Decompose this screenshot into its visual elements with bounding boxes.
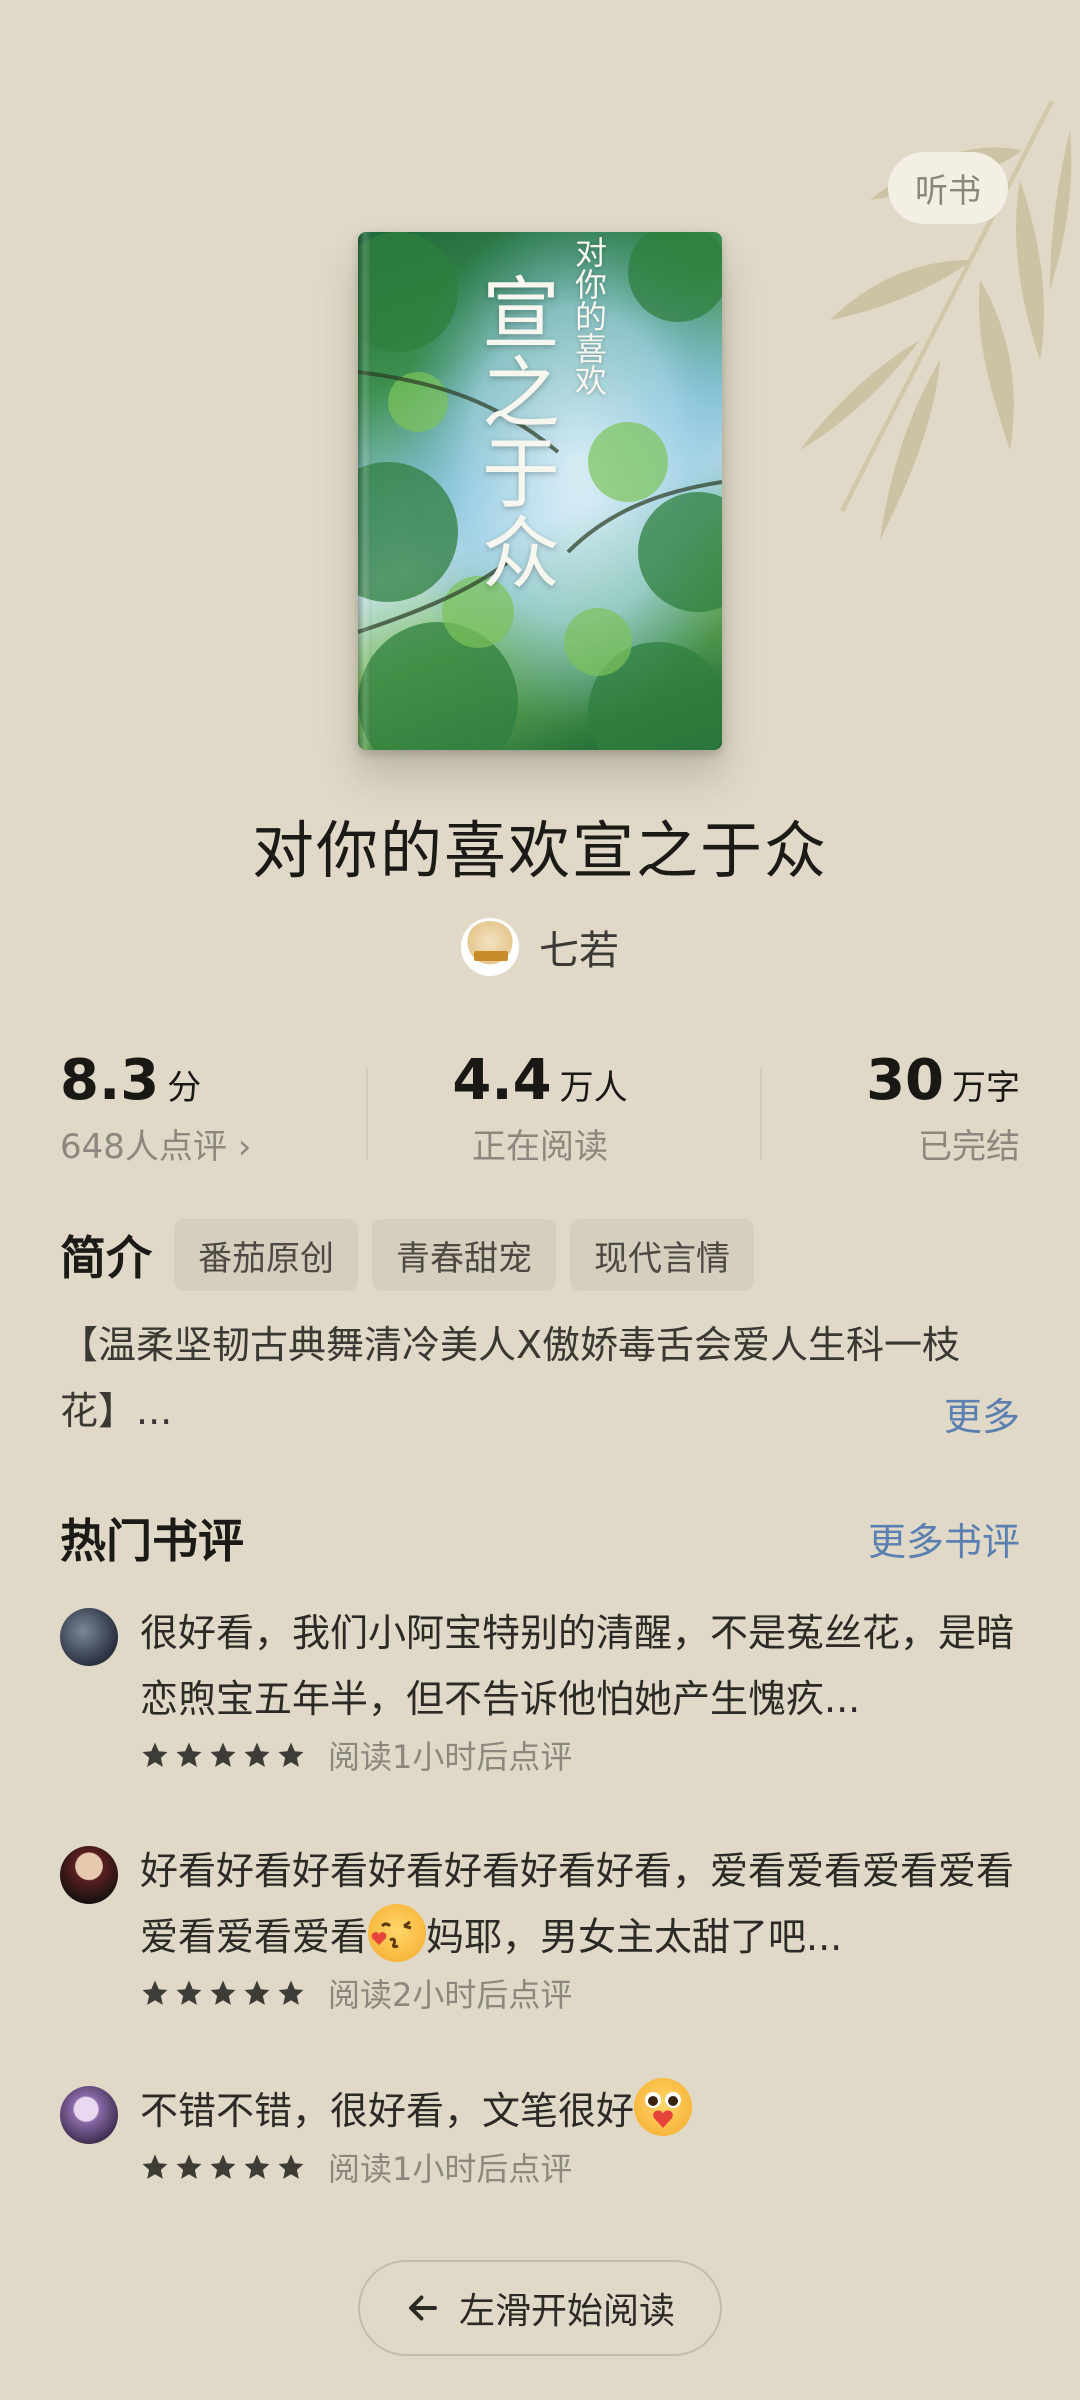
review-time: 阅读1小时后点评: [328, 1738, 573, 1776]
author-name: 七若: [539, 928, 619, 974]
stat-divider: [366, 1068, 368, 1160]
arrow-left-icon: [409, 2295, 437, 2321]
start-reading-button[interactable]: 左滑开始阅读: [358, 2260, 722, 2356]
readers-unit: 万人: [559, 1068, 628, 1108]
start-reading-label: 左滑开始阅读: [458, 2291, 675, 2332]
review-meta: 阅读1小时后点评: [140, 1732, 1020, 1778]
review-meta: 阅读1小时后点评: [140, 2144, 1020, 2190]
rating-unit: 分: [167, 1068, 202, 1108]
star-icon: [244, 1742, 270, 1767]
review-text-part: 妈耶，男女主太甜了吧...: [426, 1915, 843, 1959]
reviewer-avatar: [60, 2086, 118, 2144]
star-icon: [142, 1742, 168, 1767]
intro-row: 简介 番茄原创 青春甜宠 现代言情: [60, 1218, 754, 1292]
author-row[interactable]: 七若: [0, 918, 1080, 976]
rating-stars: [140, 1740, 306, 1770]
reviewer-avatar: [60, 1608, 118, 1666]
star-icon: [176, 1742, 202, 1767]
synopsis-more-link[interactable]: 更多: [944, 1386, 1020, 1441]
cover-subtitle: 对你的喜欢: [570, 236, 608, 396]
listen-audio-button[interactable]: 听书: [888, 152, 1008, 224]
star-icon: [244, 1980, 270, 2005]
tag-chip[interactable]: 番茄原创: [174, 1219, 358, 1291]
star-icon: [278, 1742, 304, 1767]
star-icon: [278, 1980, 304, 2005]
cover-spine: [358, 232, 372, 750]
star-icon: [176, 1980, 202, 2005]
hot-reviews-header: 热门书评 更多书评: [60, 1505, 1020, 1571]
tag-chip[interactable]: 青春甜宠: [372, 1219, 556, 1291]
review-meta: 阅读2小时后点评: [140, 1970, 1020, 2016]
author-avatar-icon: [461, 918, 519, 976]
review-text-part: 不错不错，很好看，文笔很好: [140, 2089, 635, 2133]
cover-title: 宣之于众: [469, 272, 559, 592]
review-text: 很好看，我们小阿宝特别的清醒，不是菟丝花，是暗恋煦宝五年半，但不告诉他怕她产生愧…: [140, 1611, 1015, 1721]
synopsis-text[interactable]: 【温柔坚韧古典舞清冷美人X傲娇毒舌会爱人生科一枝花】...: [60, 1312, 1020, 1444]
more-reviews-link[interactable]: 更多书评: [868, 1511, 1020, 1566]
words-stat: 30 万字 已完结: [700, 1048, 1020, 1178]
book-cover[interactable]: 宣之于众 对你的喜欢: [358, 232, 722, 750]
rating-value: 8.3: [60, 1048, 160, 1113]
hot-reviews-title: 热门书评: [60, 1514, 244, 1568]
tag-chip[interactable]: 现代言情: [570, 1219, 754, 1291]
status-label: 已完结: [918, 1127, 1020, 1167]
review-time: 阅读1小时后点评: [328, 2150, 573, 2188]
rating-stars: [140, 1978, 306, 2008]
rating-stat[interactable]: 8.3 分 648人点评 ›: [60, 1048, 380, 1178]
rating-stars: [140, 2152, 306, 2182]
star-icon: [210, 1742, 236, 1767]
star-icon: [210, 2154, 236, 2179]
star-icon: [142, 2154, 168, 2179]
readers-value: 4.4: [452, 1048, 552, 1113]
star-icon: [278, 2154, 304, 2179]
star-icon: [210, 1980, 236, 2005]
star-icon: [176, 2154, 202, 2179]
book-title: 对你的喜欢宣之于众: [251, 814, 828, 887]
review-item[interactable]: 不错不错，很好看，文笔很好 阅读1小时后点评: [60, 2078, 1020, 2190]
review-text: 不错不错，很好看，文笔很好: [140, 2078, 1020, 2144]
readers-stat: 4.4 万人 正在阅读: [380, 1048, 700, 1178]
words-unit: 万字: [952, 1068, 1020, 1108]
star-icon: [142, 1980, 168, 2005]
love-emoji: [634, 2078, 693, 2136]
intro-label: 简介: [60, 1231, 152, 1285]
stats-row: 8.3 分 648人点评 › 4.4 万人 正在阅读 30 万字 已完结: [60, 1048, 1020, 1178]
review-text: 好看好看好看好看好看好看好看，爱看爱看爱看爱看爱看爱看爱看 妈耶，男女主太甜了吧.…: [140, 1838, 1020, 1970]
kiss-emoji: [368, 1904, 427, 1962]
review-time: 阅读2小时后点评: [328, 1976, 573, 2014]
reviewer-avatar: [60, 1846, 118, 1904]
review-item[interactable]: 好看好看好看好看好看好看好看，爱看爱看爱看爱看爱看爱看爱看 妈耶，男女主太甜了吧.…: [60, 1838, 1020, 2016]
readers-label: 正在阅读: [472, 1127, 608, 1167]
words-value: 30: [866, 1048, 944, 1113]
star-icon: [244, 2154, 270, 2179]
review-item[interactable]: 很好看，我们小阿宝特别的清醒，不是菟丝花，是暗恋煦宝五年半，但不告诉他怕她产生愧…: [60, 1600, 1020, 1778]
rating-count-link[interactable]: 648人点评 ›: [60, 1119, 380, 1168]
